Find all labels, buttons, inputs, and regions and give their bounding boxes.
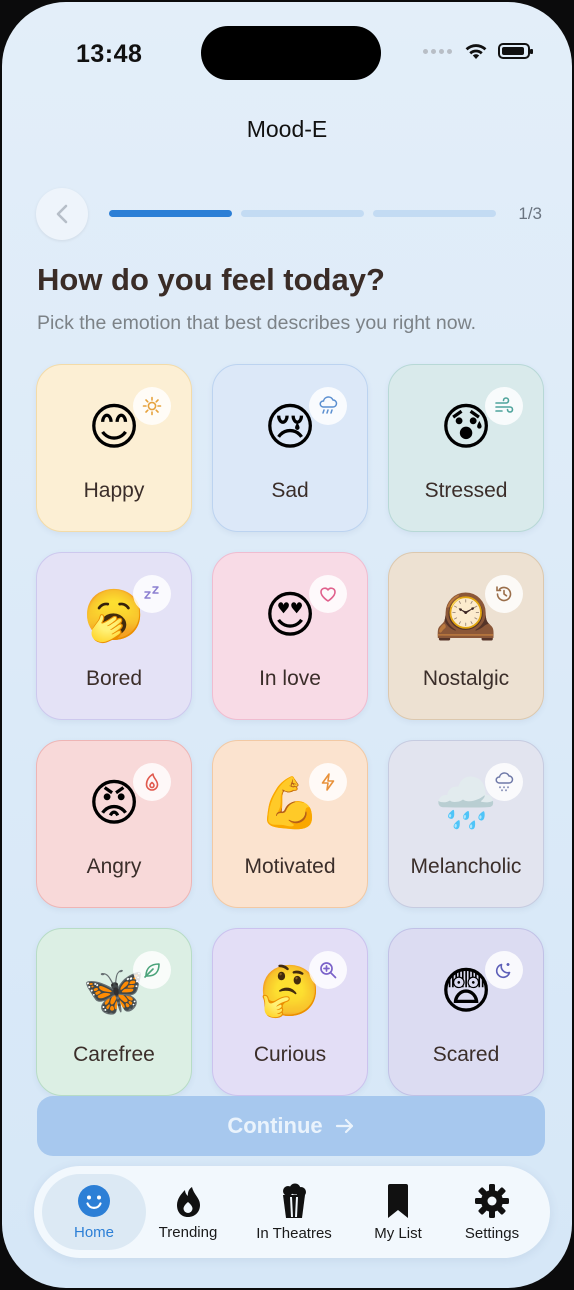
mood-label: Angry bbox=[86, 855, 142, 878]
progress-segment-3 bbox=[373, 210, 496, 217]
mood-card-stressed[interactable]: 😰 Stressed bbox=[388, 364, 544, 532]
tab-label: Trending bbox=[158, 1223, 218, 1241]
progress-segment-1 bbox=[109, 210, 232, 217]
smiley-icon bbox=[78, 1184, 110, 1217]
progress-segment-2 bbox=[241, 210, 364, 217]
mood-label: Sad bbox=[271, 479, 309, 502]
tab-bar: Home Trending In Theatres My List Settin… bbox=[34, 1166, 550, 1258]
leaf-icon bbox=[133, 951, 171, 989]
mood-card-melancholic[interactable]: 🌧️ Melancholic bbox=[388, 740, 544, 908]
step-progress bbox=[109, 210, 496, 217]
mood-label: Nostalgic bbox=[422, 667, 510, 690]
mood-card-curious[interactable]: 🤔 Curious bbox=[212, 928, 368, 1096]
mood-card-scared[interactable]: 😨 Scared bbox=[388, 928, 544, 1096]
status-icons bbox=[423, 42, 533, 60]
status-time: 13:48 bbox=[76, 40, 143, 68]
lightning-icon bbox=[309, 763, 347, 801]
flame-icon bbox=[133, 763, 171, 801]
mood-card-happy[interactable]: 😊 Happy bbox=[36, 364, 192, 532]
continue-button[interactable]: Continue bbox=[37, 1096, 545, 1156]
back-button[interactable] bbox=[36, 188, 88, 240]
phone-screen: 13:48 Mood-E 1/3 How do you feel today? … bbox=[2, 2, 572, 1288]
cellular-signal-icon bbox=[423, 48, 452, 54]
mood-label: Stressed bbox=[424, 479, 508, 502]
mood-label: Scared bbox=[432, 1043, 500, 1066]
dynamic-island bbox=[201, 26, 381, 80]
question-subtitle: Pick the emotion that best describes you… bbox=[37, 312, 476, 334]
mood-label: Motivated bbox=[244, 855, 336, 878]
wifi-icon bbox=[465, 44, 487, 59]
history-icon bbox=[485, 575, 523, 613]
mood-card-bored[interactable]: 🥱 Bored bbox=[36, 552, 192, 720]
tab-settings[interactable]: Settings bbox=[450, 1166, 534, 1258]
zzz-icon bbox=[133, 575, 171, 613]
app-title: Mood-E bbox=[246, 116, 328, 142]
snow-cloud-icon bbox=[485, 763, 523, 801]
tab-in-theatres[interactable]: In Theatres bbox=[240, 1166, 348, 1258]
heart-icon bbox=[309, 575, 347, 613]
tab-trending[interactable]: Trending bbox=[148, 1166, 228, 1258]
gear-icon bbox=[475, 1183, 509, 1218]
mood-label: Curious bbox=[253, 1043, 327, 1066]
chevron-left-icon bbox=[56, 204, 68, 224]
mood-card-sad[interactable]: 😢 Sad bbox=[212, 364, 368, 532]
battery-icon bbox=[498, 43, 533, 59]
flame-icon bbox=[177, 1186, 200, 1217]
mood-card-motivated[interactable]: 💪 Motivated bbox=[212, 740, 368, 908]
mood-label: Carefree bbox=[73, 1043, 155, 1066]
mood-label: Happy bbox=[83, 479, 145, 502]
tab-label: Settings bbox=[464, 1224, 520, 1242]
tab-label: Home bbox=[73, 1223, 114, 1241]
arrow-right-icon bbox=[335, 1118, 353, 1134]
tab-my-list[interactable]: My List bbox=[358, 1166, 438, 1258]
moon-stars-icon bbox=[485, 951, 523, 989]
mood-card-angry[interactable]: 😡 Angry bbox=[36, 740, 192, 908]
mood-label: Bored bbox=[85, 667, 143, 690]
mood-card-in-love[interactable]: 😍 In love bbox=[212, 552, 368, 720]
sun-icon bbox=[133, 387, 171, 425]
mood-card-carefree[interactable]: 🦋 Carefree bbox=[36, 928, 192, 1096]
continue-label: Continue bbox=[227, 1113, 323, 1138]
popcorn-icon bbox=[283, 1183, 306, 1218]
mood-label: In love bbox=[259, 667, 321, 690]
bookmark-icon bbox=[388, 1183, 408, 1218]
tab-label: In Theatres bbox=[256, 1224, 332, 1242]
mood-label: Melancholic bbox=[410, 855, 522, 878]
mood-card-nostalgic[interactable]: 🕰️ Nostalgic bbox=[388, 552, 544, 720]
rain-cloud-icon bbox=[309, 387, 347, 425]
tab-home[interactable]: Home bbox=[42, 1174, 146, 1250]
zoom-in-icon bbox=[309, 951, 347, 989]
question-title: How do you feel today? bbox=[37, 262, 385, 297]
step-counter: 1/3 bbox=[518, 204, 542, 223]
wind-icon bbox=[485, 387, 523, 425]
tab-label: My List bbox=[374, 1224, 422, 1242]
